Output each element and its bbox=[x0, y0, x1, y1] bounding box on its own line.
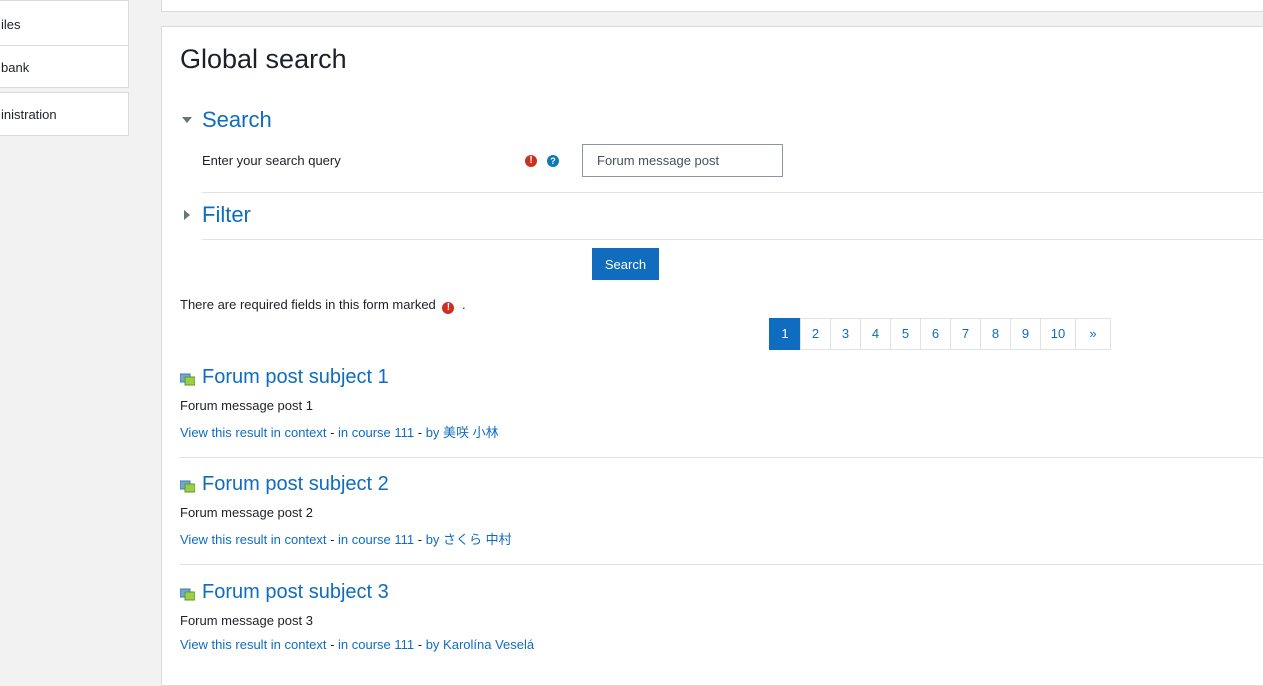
result-meta: View this result in context - in course … bbox=[180, 425, 499, 440]
result-content: Forum message post 1 bbox=[180, 398, 313, 413]
search-query-label: Enter your search query bbox=[202, 153, 341, 168]
course-link[interactable]: in course 111 bbox=[338, 637, 414, 652]
page-link-1[interactable]: 1 bbox=[769, 318, 801, 350]
result-divider bbox=[180, 564, 1263, 565]
filter-section-toggle[interactable]: Filter bbox=[180, 202, 251, 228]
result-content: Forum message post 2 bbox=[180, 505, 313, 520]
course-link[interactable]: in course 111 bbox=[338, 425, 414, 440]
search-result: Forum post subject 3 Forum message post … bbox=[180, 581, 1263, 652]
page-title: Global search bbox=[180, 44, 347, 74]
divider bbox=[202, 192, 1263, 193]
sidebar-item-label: iles bbox=[1, 17, 21, 32]
required-note-suffix: . bbox=[462, 297, 466, 312]
result-title: Forum post subject 3 bbox=[180, 581, 1263, 604]
page-link-6[interactable]: 6 bbox=[920, 318, 951, 350]
page-link-4[interactable]: 4 bbox=[860, 318, 891, 350]
result-meta: View this result in context - in course … bbox=[180, 532, 512, 547]
exclamation-icon: ! bbox=[442, 302, 455, 314]
top-card bbox=[161, 0, 1263, 12]
forum-icon bbox=[180, 480, 195, 493]
author-link[interactable]: by Karolína Veselá bbox=[426, 637, 534, 652]
author-link[interactable]: by さくら 中村 bbox=[426, 532, 512, 547]
chevron-down-icon bbox=[182, 117, 192, 123]
search-section-toggle[interactable]: Search bbox=[180, 107, 272, 133]
sidebar-item-files[interactable]: iles bbox=[0, 0, 129, 46]
required-fields-note: There are required fields in this form m… bbox=[180, 297, 466, 314]
search-input[interactable] bbox=[582, 144, 783, 177]
question-icon[interactable]: ? bbox=[547, 155, 559, 167]
view-context-link[interactable]: View this result in context bbox=[180, 532, 326, 547]
result-meta: View this result in context - in course … bbox=[180, 637, 535, 652]
page-link-9[interactable]: 9 bbox=[1010, 318, 1041, 350]
view-context-link[interactable]: View this result in context bbox=[180, 637, 326, 652]
sidebar-item-administration[interactable]: inistration bbox=[0, 92, 129, 136]
search-section-heading: Search bbox=[202, 107, 272, 132]
result-title-link[interactable]: Forum post subject 2 bbox=[202, 473, 389, 496]
page-link-7[interactable]: 7 bbox=[950, 318, 981, 350]
pagination: 1 2 3 4 5 6 7 8 9 10 » bbox=[769, 318, 1111, 350]
sidebar-item-bank[interactable]: bank bbox=[0, 45, 129, 88]
exclamation-icon: ! bbox=[525, 155, 537, 167]
page-next-link[interactable]: » bbox=[1075, 318, 1111, 350]
result-content: Forum message post 3 bbox=[180, 613, 313, 628]
filter-section-heading: Filter bbox=[202, 202, 251, 227]
view-context-link[interactable]: View this result in context bbox=[180, 425, 326, 440]
page-link-8[interactable]: 8 bbox=[980, 318, 1011, 350]
search-button[interactable]: Search bbox=[592, 248, 659, 280]
author-link[interactable]: by 美咲 小林 bbox=[426, 425, 499, 440]
forum-icon bbox=[180, 588, 195, 601]
result-title-link[interactable]: Forum post subject 3 bbox=[202, 581, 389, 604]
page-link-10[interactable]: 10 bbox=[1040, 318, 1076, 350]
forum-icon bbox=[180, 373, 195, 386]
result-title: Forum post subject 1 bbox=[180, 366, 1263, 389]
sidebar-item-label: inistration bbox=[1, 107, 57, 122]
page-link-2[interactable]: 2 bbox=[800, 318, 831, 350]
page-link-3[interactable]: 3 bbox=[830, 318, 861, 350]
result-title-link[interactable]: Forum post subject 1 bbox=[202, 366, 389, 389]
sidebar-item-label: bank bbox=[1, 60, 30, 75]
search-result: Forum post subject 2 Forum message post … bbox=[180, 473, 1263, 548]
chevron-right-icon bbox=[184, 210, 190, 220]
page-link-5[interactable]: 5 bbox=[890, 318, 921, 350]
result-divider bbox=[180, 457, 1263, 458]
divider bbox=[202, 239, 1263, 240]
search-result: Forum post subject 1 Forum message post … bbox=[180, 366, 1263, 441]
result-title: Forum post subject 2 bbox=[180, 473, 1263, 496]
course-link[interactable]: in course 111 bbox=[338, 532, 414, 547]
required-note-text: There are required fields in this form m… bbox=[180, 297, 436, 312]
